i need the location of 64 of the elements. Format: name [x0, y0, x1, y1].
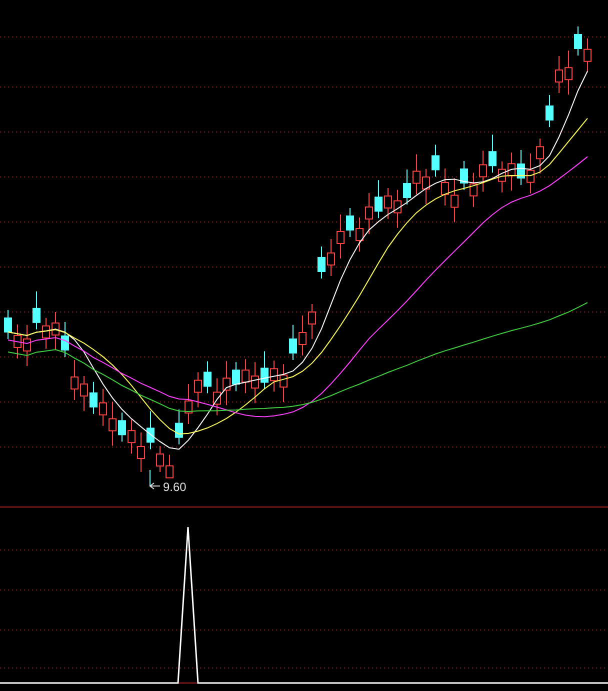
candlestick — [270, 360, 278, 392]
candlestick — [108, 401, 116, 446]
candlestick — [517, 150, 525, 186]
candlestick — [204, 360, 212, 394]
candlestick — [432, 144, 440, 178]
candlestick — [80, 376, 88, 412]
candlestick — [422, 168, 430, 204]
candlestick — [564, 50, 572, 96]
candlestick — [213, 378, 221, 416]
candlestick — [251, 362, 259, 404]
candlestick — [280, 364, 288, 403]
candlestick — [156, 446, 164, 472]
candlestick — [488, 134, 496, 174]
candlestick — [166, 454, 174, 478]
candlestick — [184, 384, 192, 424]
leader-line — [149, 470, 160, 490]
candlestick — [298, 315, 306, 356]
candlestick — [412, 154, 420, 195]
candlestick — [526, 152, 534, 194]
candlestick — [99, 388, 107, 426]
candlestick — [460, 160, 468, 190]
candlestick — [384, 188, 392, 220]
candlestick — [555, 56, 563, 94]
candlestick — [441, 168, 449, 206]
candlestick — [584, 38, 592, 73]
candlestick — [118, 412, 126, 442]
candlestick — [222, 360, 230, 406]
candlestick — [128, 419, 136, 454]
candlestick — [546, 94, 554, 128]
candlestick — [90, 381, 98, 414]
candlestick — [574, 26, 582, 56]
low-price-label: 9.60 — [163, 480, 186, 494]
candlestick — [146, 410, 154, 450]
candlestick — [318, 246, 326, 279]
candlestick — [4, 310, 12, 340]
candlestick — [450, 178, 458, 223]
candlestick — [232, 362, 240, 392]
candlestick — [14, 324, 22, 359]
candlestick — [536, 138, 544, 174]
candlestick — [52, 312, 60, 350]
candlestick — [336, 214, 344, 259]
candlestick — [356, 217, 364, 252]
candlestick — [194, 372, 202, 408]
candlestick — [508, 152, 516, 192]
candlestick — [479, 150, 487, 192]
candlestick — [23, 324, 31, 366]
candlestick — [394, 189, 402, 228]
candlestick — [61, 322, 69, 358]
candlestick — [289, 324, 297, 360]
candlestick — [175, 408, 183, 445]
candlestick — [327, 238, 335, 276]
candlestick — [70, 360, 78, 400]
candlestick — [42, 317, 50, 350]
candlestick — [32, 290, 40, 330]
candlestick — [403, 169, 411, 205]
candlestick — [137, 432, 145, 472]
candlestick — [470, 172, 478, 208]
candlestick — [242, 358, 250, 394]
candlestick — [260, 350, 268, 390]
candlestick — [346, 208, 354, 238]
candlestick — [498, 160, 506, 193]
candlestick — [308, 304, 316, 340]
candlestick — [365, 192, 373, 234]
candlestick — [374, 180, 382, 219]
